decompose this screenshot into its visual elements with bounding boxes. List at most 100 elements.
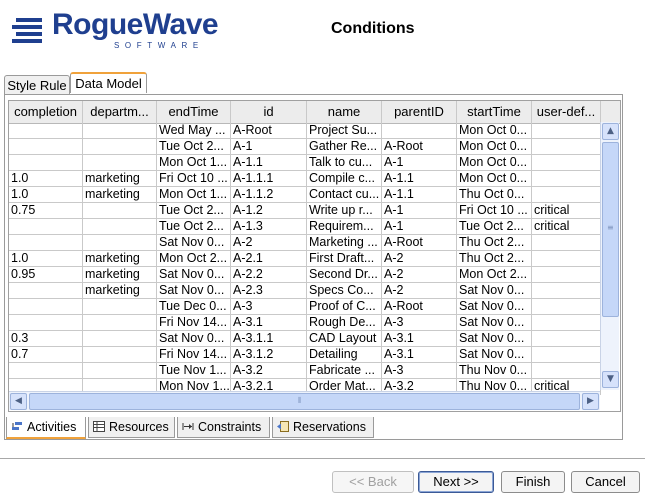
tab-style-rule[interactable]: Style Rule [4,75,70,94]
table-cell[interactable] [83,139,157,155]
table-cell[interactable]: 0.3 [9,331,83,347]
vertical-scroll-thumb[interactable]: ≡ [602,142,619,317]
table-cell[interactable]: Sat Nov 0... [157,235,231,251]
table-cell[interactable] [9,139,83,155]
table-cell[interactable]: Thu Oct 0... [457,187,532,203]
table-cell[interactable]: A-2 [382,251,457,267]
table-cell[interactable]: Gather Re... [307,139,382,155]
table-row[interactable]: marketing Sat Nov 0... A-2.3 Specs Co... A-2… [9,283,601,299]
table-cell[interactable] [83,155,157,171]
table-cell[interactable]: Fri Nov 14... [157,315,231,331]
table-cell[interactable] [83,315,157,331]
table-cell[interactable] [83,299,157,315]
table-cell[interactable]: Marketing ... [307,235,382,251]
table-cell[interactable]: A-1.1 [231,155,307,171]
table-cell[interactable]: Tue Oct 2... [457,219,532,235]
table-cell[interactable] [532,155,601,171]
table-cell[interactable] [9,155,83,171]
table-cell[interactable]: Project Su... [307,123,382,139]
table-row[interactable]: 0.3 Sat Nov 0... A-3.1.1 CAD Layout A-3.1 Sat… [9,331,601,347]
table-cell[interactable]: Mon Oct 2... [457,267,532,283]
tab-resources[interactable]: Resources [88,417,175,438]
table-cell[interactable]: A-3.2 [231,363,307,379]
table-cell[interactable] [382,123,457,139]
table-cell[interactable]: 1.0 [9,187,83,203]
table-cell[interactable] [532,363,601,379]
tab-data-model[interactable]: Data Model [70,72,147,93]
table-cell[interactable] [532,299,601,315]
table-cell[interactable]: 0.95 [9,267,83,283]
table-cell[interactable]: Tue Oct 2... [157,139,231,155]
table-cell[interactable] [532,251,601,267]
table-cell[interactable] [9,363,83,379]
table-cell[interactable] [9,283,83,299]
table-row[interactable]: Mon Oct 1... A-1.1 Talk to cu... A-1 Mon Oct… [9,155,601,171]
tab-reservations[interactable]: Reservations [272,417,374,438]
table-cell[interactable]: Mon Oct 0... [457,171,532,187]
horizontal-scrollbar[interactable]: ◀ ⦀ ▶ [9,391,600,410]
table-cell[interactable]: Fri Oct 10 ... [157,171,231,187]
table-cell[interactable] [532,171,601,187]
table-cell[interactable]: 1.0 [9,251,83,267]
table-cell[interactable] [9,315,83,331]
table-cell[interactable]: Sat Nov 0... [157,331,231,347]
table-cell[interactable] [83,331,157,347]
tab-constraints[interactable]: Constraints [177,417,270,438]
table-cell[interactable]: Mon Oct 1... [157,187,231,203]
table-cell[interactable] [83,203,157,219]
column-header[interactable]: id [231,101,307,123]
tab-activities[interactable]: Activities [6,417,86,439]
table-cell[interactable] [83,219,157,235]
table-cell[interactable]: Contact cu... [307,187,382,203]
vertical-scrollbar[interactable]: ▲ ≡ ▼ [600,122,619,390]
table-cell[interactable]: Tue Nov 1... [157,363,231,379]
table-cell[interactable]: CAD Layout [307,331,382,347]
table-cell[interactable]: A-2.3 [231,283,307,299]
column-header[interactable]: parentID [382,101,457,123]
table-cell[interactable] [532,235,601,251]
table-cell[interactable]: Second Dr... [307,267,382,283]
table-cell[interactable] [83,235,157,251]
table-cell[interactable] [532,267,601,283]
table-cell[interactable]: Mon Oct 0... [457,155,532,171]
table-cell[interactable]: Mon Oct 1... [157,155,231,171]
table-row[interactable]: Fri Nov 14... A-3.1 Rough De... A-3 Sat Nov … [9,315,601,331]
column-header[interactable]: completion [9,101,83,123]
table-cell[interactable]: A-1.1 [382,171,457,187]
table-row[interactable]: 1.0 marketing Fri Oct 10 ... A-1.1.1 Compile… [9,171,601,187]
table-cell[interactable] [532,123,601,139]
table-row[interactable]: 0.7 Fri Nov 14... A-3.1.2 Detailing A-3.1 Sat… [9,347,601,363]
table-cell[interactable]: A-Root [382,299,457,315]
table-cell[interactable]: Rough De... [307,315,382,331]
table-cell[interactable]: Specs Co... [307,283,382,299]
table-cell[interactable]: Fri Nov 14... [157,347,231,363]
table-cell[interactable]: 0.7 [9,347,83,363]
table-cell[interactable]: Compile c... [307,171,382,187]
table-cell[interactable]: critical [532,203,601,219]
table-row[interactable]: Tue Oct 2... A-1.3 Requirem... A-1 Tue Oct 2… [9,219,601,235]
table-cell[interactable] [9,219,83,235]
table-cell[interactable]: A-1.2 [231,203,307,219]
table-cell[interactable]: A-3.1 [382,347,457,363]
column-header[interactable]: departm... [83,101,157,123]
table-cell[interactable]: marketing [83,283,157,299]
table-cell[interactable]: Mon Oct 0... [457,139,532,155]
table-row[interactable]: Tue Nov 1... A-3.2 Fabricate ... A-3 Thu Nov… [9,363,601,379]
table-cell[interactable] [532,187,601,203]
table-cell[interactable] [83,363,157,379]
table-cell[interactable]: A-2.2 [231,267,307,283]
table-cell[interactable] [532,139,601,155]
table-cell[interactable]: Fabricate ... [307,363,382,379]
table-cell[interactable]: A-Root [382,235,457,251]
table-cell[interactable]: Sat Nov 0... [457,299,532,315]
table-cell[interactable] [9,299,83,315]
table-row[interactable]: Tue Dec 0... A-3 Proof of C... A-Root Sat No… [9,299,601,315]
table-cell[interactable]: Write up r... [307,203,382,219]
table-cell[interactable]: Thu Oct 2... [457,251,532,267]
table-cell[interactable]: A-1.1 [382,187,457,203]
table-cell[interactable] [532,315,601,331]
table-cell[interactable]: Sat Nov 0... [457,283,532,299]
table-cell[interactable]: marketing [83,267,157,283]
cancel-button[interactable]: Cancel [571,471,640,493]
scroll-down-button[interactable]: ▼ [602,371,619,388]
